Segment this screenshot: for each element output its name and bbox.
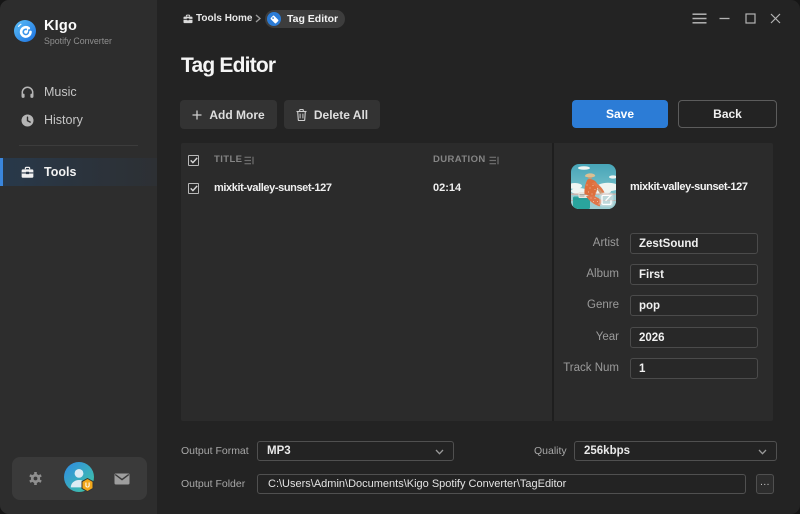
sidebar-item-label: History xyxy=(44,113,83,127)
app-window: KIgo Spotify Converter Music History Too… xyxy=(0,0,800,514)
sidebar-item-label: Tools xyxy=(44,165,77,179)
save-button[interactable]: Save xyxy=(572,100,668,128)
back-button[interactable]: Back xyxy=(678,100,777,128)
app-logo-icon xyxy=(14,20,36,42)
field-year: Year xyxy=(553,327,773,348)
output-folder-input[interactable] xyxy=(257,474,746,494)
track-num-input[interactable] xyxy=(630,358,758,379)
field-artist: Artist xyxy=(553,233,773,254)
quality-select[interactable]: 256kbps xyxy=(574,441,777,461)
toolbox-icon xyxy=(21,166,34,179)
plus-icon xyxy=(192,110,202,120)
clock-icon xyxy=(21,114,34,127)
add-more-label: Add More xyxy=(209,107,265,122)
app-name: KIgo xyxy=(44,18,78,34)
field-label: Track Num xyxy=(563,362,619,374)
field-label: Album xyxy=(586,268,619,280)
breadcrumb-current-label: Tag Editor xyxy=(287,13,339,25)
field-album: Album xyxy=(553,264,773,285)
track-title-cell[interactable]: mixkit-valley-sunset-127 xyxy=(214,182,332,194)
output-folder-label: Output Folder xyxy=(181,478,246,490)
column-header-title[interactable]: TITLE xyxy=(214,154,242,165)
field-label: Artist xyxy=(592,237,619,249)
trash-icon xyxy=(296,108,307,121)
quality-value: 256kbps xyxy=(584,445,631,457)
headphones-icon xyxy=(21,86,34,99)
select-all-checkbox[interactable] xyxy=(188,155,199,166)
sidebar-divider xyxy=(19,145,138,146)
delete-all-button[interactable]: Delete All xyxy=(284,100,380,129)
sidebar-item-tools[interactable]: Tools xyxy=(0,158,157,186)
svg-text:U: U xyxy=(85,483,90,490)
account-bar: U xyxy=(12,457,147,500)
sidebar-item-music[interactable]: Music xyxy=(0,80,157,104)
output-format-select[interactable]: MP3 xyxy=(257,441,454,461)
filter-icon[interactable] xyxy=(489,156,499,165)
menu-icon[interactable] xyxy=(692,0,707,36)
toolbox-icon xyxy=(183,14,193,24)
field-track-num: Track Num xyxy=(553,358,773,379)
breadcrumb-tag-editor[interactable]: Tag Editor xyxy=(265,10,346,28)
close-icon[interactable] xyxy=(770,0,781,36)
app-logo: KIgo Spotify Converter xyxy=(14,18,112,46)
tag-editor-panel: TITLE DURATION mixkit-valley-sunset-127 … xyxy=(181,143,773,421)
chevron-down-icon xyxy=(435,449,444,455)
settings-gear-icon[interactable] xyxy=(28,471,43,491)
quality-label: Quality xyxy=(534,445,567,457)
breadcrumb-chevron-icon xyxy=(255,14,261,23)
delete-all-label: Delete All xyxy=(313,107,369,122)
album-input[interactable] xyxy=(630,264,758,285)
maximize-icon[interactable] xyxy=(745,0,756,36)
output-format-label: Output Format xyxy=(181,445,249,457)
sidebar-item-label: Music xyxy=(44,85,77,99)
filter-icon[interactable] xyxy=(244,156,254,165)
column-header-duration[interactable]: DURATION xyxy=(433,154,486,165)
year-input[interactable] xyxy=(630,327,758,348)
album-art[interactable] xyxy=(571,164,616,209)
mail-envelope-icon[interactable] xyxy=(114,472,130,490)
browse-button[interactable]: ... xyxy=(756,474,774,494)
output-format-value: MP3 xyxy=(267,445,291,457)
app-subtitle: Spotify Converter xyxy=(44,36,112,46)
add-more-button[interactable]: Add More xyxy=(180,100,277,129)
genre-input[interactable] xyxy=(630,295,758,316)
minimize-icon[interactable] xyxy=(719,0,730,36)
row-checkbox[interactable] xyxy=(188,183,199,194)
artist-input[interactable] xyxy=(630,233,758,254)
track-duration-cell: 02:14 xyxy=(433,182,462,194)
field-label: Genre xyxy=(587,299,619,311)
field-label: Year xyxy=(595,331,619,343)
tag-icon xyxy=(267,12,281,26)
field-genre: Genre xyxy=(553,295,773,316)
sidebar: KIgo Spotify Converter Music History Too… xyxy=(0,0,157,514)
detail-track-name: mixkit-valley-sunset-127 xyxy=(630,181,748,193)
sidebar-item-history[interactable]: History xyxy=(0,108,157,132)
breadcrumb-tools-home[interactable]: Tools Home xyxy=(196,13,252,24)
page-title: Tag Editor xyxy=(181,54,276,77)
chevron-down-icon xyxy=(758,449,767,455)
avatar-badge: U xyxy=(81,477,94,493)
